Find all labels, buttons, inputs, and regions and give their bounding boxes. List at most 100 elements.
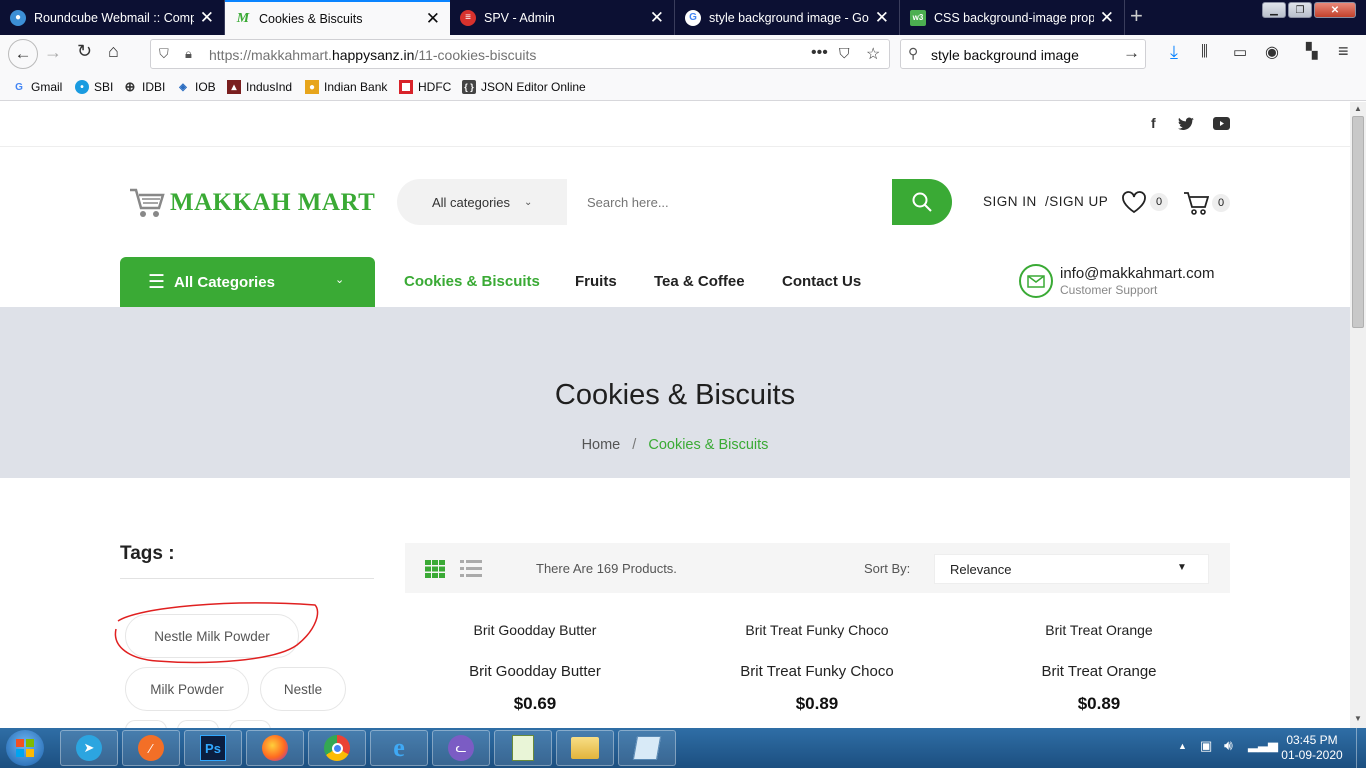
browser-search-value[interactable]: style background image: [931, 47, 1079, 63]
browser-search-box[interactable]: ⚲ style background image →: [900, 39, 1146, 69]
reload-icon[interactable]: ↻: [77, 41, 92, 62]
menu-icon[interactable]: ≡: [1338, 41, 1349, 62]
url-text[interactable]: https://makkahmart.happysanz.in/11-cooki…: [209, 47, 536, 63]
youtube-icon[interactable]: [1213, 117, 1230, 130]
close-icon[interactable]: ✕: [875, 8, 889, 28]
product-card[interactable]: Brit Treat Orange Brit Treat Orange $0.8…: [969, 622, 1229, 714]
grid-view-icon[interactable]: [425, 560, 445, 578]
network-icon[interactable]: ▂▃▅: [1248, 737, 1278, 753]
minimize-button[interactable]: ▁: [1262, 2, 1286, 18]
bookmark-indusind[interactable]: ▴ IndusInd: [227, 80, 292, 94]
photoshop-icon[interactable]: Ps: [184, 730, 242, 766]
product-card[interactable]: Brit Treat Funky Choco Brit Treat Funky …: [687, 622, 947, 714]
bookmark-indian-bank[interactable]: ● Indian Bank: [305, 80, 387, 94]
product-name-top[interactable]: Brit Treat Funky Choco: [687, 622, 947, 638]
scroll-up-icon[interactable]: ▲: [1354, 104, 1362, 113]
forward-icon[interactable]: →: [44, 42, 62, 63]
firefox-icon[interactable]: [246, 730, 304, 766]
library-icon[interactable]: ⫼: [1201, 43, 1208, 60]
menu-contact-us[interactable]: Contact Us: [782, 273, 861, 290]
page-actions-icon[interactable]: •••: [811, 44, 828, 62]
close-icon[interactable]: ✕: [650, 8, 664, 28]
brave-icon[interactable]: ⁄: [122, 730, 180, 766]
bookmark-json-editor[interactable]: { } JSON Editor Online: [462, 80, 586, 94]
close-icon[interactable]: ✕: [426, 9, 440, 29]
bookmark-star-icon[interactable]: ☆: [866, 44, 880, 64]
all-categories-button[interactable]: ☰ All Categories ⌄: [120, 257, 375, 307]
tag-partial[interactable]: [177, 720, 219, 728]
tag-partial[interactable]: [229, 720, 271, 728]
account-icon[interactable]: ◉: [1265, 42, 1279, 62]
sign-up-link[interactable]: /SIGN UP: [1045, 194, 1108, 209]
menu-tea-coffee[interactable]: Tea & Coffee: [654, 273, 745, 290]
contact-email[interactable]: info@makkahmart.com: [1060, 265, 1214, 282]
telegram-icon[interactable]: ➤: [60, 730, 118, 766]
site-logo[interactable]: MAKKAH MART: [128, 186, 375, 220]
bookmark-hdfc[interactable]: HDFC: [399, 80, 451, 94]
close-icon[interactable]: ✕: [1100, 8, 1114, 28]
product-name[interactable]: Brit Treat Funky Choco: [687, 663, 947, 680]
tab-cookies-biscuits[interactable]: M Cookies & Biscuits ✕: [225, 0, 450, 35]
maximize-button[interactable]: ❐: [1288, 2, 1312, 18]
url-bar[interactable]: ⛉ 🔒︎ https://makkahmart.happysanz.in/11-…: [150, 39, 890, 69]
shield-icon[interactable]: ⛉: [159, 46, 169, 62]
scroll-thumb[interactable]: [1352, 116, 1364, 328]
back-icon[interactable]: ←: [8, 39, 38, 69]
product-name-top[interactable]: Brit Treat Orange: [969, 622, 1229, 638]
tab-w3schools[interactable]: w3 CSS background-image proper ✕: [900, 0, 1125, 35]
cat-app-icon[interactable]: ᓚ: [432, 730, 490, 766]
close-icon[interactable]: ✕: [200, 8, 214, 28]
show-desktop-button[interactable]: [1356, 728, 1366, 768]
menu-fruits[interactable]: Fruits: [575, 273, 617, 290]
facebook-icon[interactable]: f: [1151, 115, 1156, 131]
sidebar-icon[interactable]: ▭: [1233, 43, 1247, 61]
tab-google-search[interactable]: G style background image - Goo ✕: [675, 0, 900, 35]
twitter-icon[interactable]: [1178, 117, 1194, 131]
sign-in-link[interactable]: SIGN IN: [983, 194, 1037, 209]
window-close-button[interactable]: ✕: [1314, 2, 1356, 18]
bookmark-idbi[interactable]: ⊕ IDBI: [123, 79, 166, 94]
product-name[interactable]: Brit Treat Orange: [969, 663, 1229, 680]
notepad-app-icon[interactable]: [494, 730, 552, 766]
tag-milk-powder[interactable]: Milk Powder: [125, 667, 249, 711]
start-button[interactable]: [6, 730, 44, 766]
volume-icon[interactable]: 🔊︎: [1224, 737, 1233, 754]
product-name[interactable]: Brit Goodday Butter: [405, 663, 665, 680]
scroll-down-icon[interactable]: ▼: [1354, 714, 1362, 723]
cart-button[interactable]: 0: [1183, 190, 1230, 216]
tag-partial[interactable]: [125, 720, 167, 728]
ie-icon[interactable]: e: [370, 730, 428, 766]
product-card[interactable]: Brit Goodday Butter Brit Goodday Butter …: [405, 622, 665, 714]
menu-cookies-biscuits[interactable]: Cookies & Biscuits: [404, 273, 540, 290]
tab-spv-admin[interactable]: ≡ SPV - Admin ✕: [450, 0, 675, 35]
tray-device-icon[interactable]: ▣: [1200, 738, 1212, 754]
tag-nestle[interactable]: Nestle: [260, 667, 346, 711]
file-explorer-icon[interactable]: [556, 730, 614, 766]
chrome-icon[interactable]: [308, 730, 366, 766]
json-editor-icon: { }: [462, 80, 476, 94]
downloads-icon[interactable]: ⤓: [1170, 42, 1178, 63]
list-view-icon[interactable]: [460, 560, 482, 577]
wishlist-button[interactable]: 0: [1121, 190, 1168, 214]
new-tab-button[interactable]: +: [1130, 3, 1143, 29]
search-go-icon[interactable]: →: [1123, 43, 1140, 63]
page-scrollbar[interactable]: ▲ ▼: [1350, 102, 1366, 728]
bookmark-sbi[interactable]: • SBI: [75, 80, 113, 94]
pencil-app-icon[interactable]: [618, 730, 676, 766]
mail-icon: [1019, 264, 1053, 298]
category-select[interactable]: All categories ⌄: [397, 179, 567, 225]
system-clock[interactable]: 03:45 PM 01-09-2020: [1277, 733, 1347, 763]
extensions-icon[interactable]: ▚: [1306, 42, 1318, 60]
bookmark-iob[interactable]: ◈ IOB: [176, 80, 216, 94]
tab-roundcube[interactable]: ● Roundcube Webmail :: Compo ✕: [0, 0, 225, 35]
bookmark-gmail[interactable]: G Gmail: [12, 80, 62, 94]
breadcrumb-home[interactable]: Home: [582, 437, 621, 453]
tray-expand-icon[interactable]: ▲: [1178, 741, 1187, 751]
pocket-icon[interactable]: ⛉: [839, 45, 850, 62]
search-input[interactable]: [567, 179, 892, 225]
lock-icon[interactable]: 🔒︎: [185, 46, 192, 62]
search-button[interactable]: [892, 179, 952, 225]
home-icon[interactable]: ⌂: [108, 41, 119, 62]
product-name-top[interactable]: Brit Goodday Butter: [405, 622, 665, 638]
sort-select[interactable]: Relevance ▼: [934, 554, 1209, 584]
